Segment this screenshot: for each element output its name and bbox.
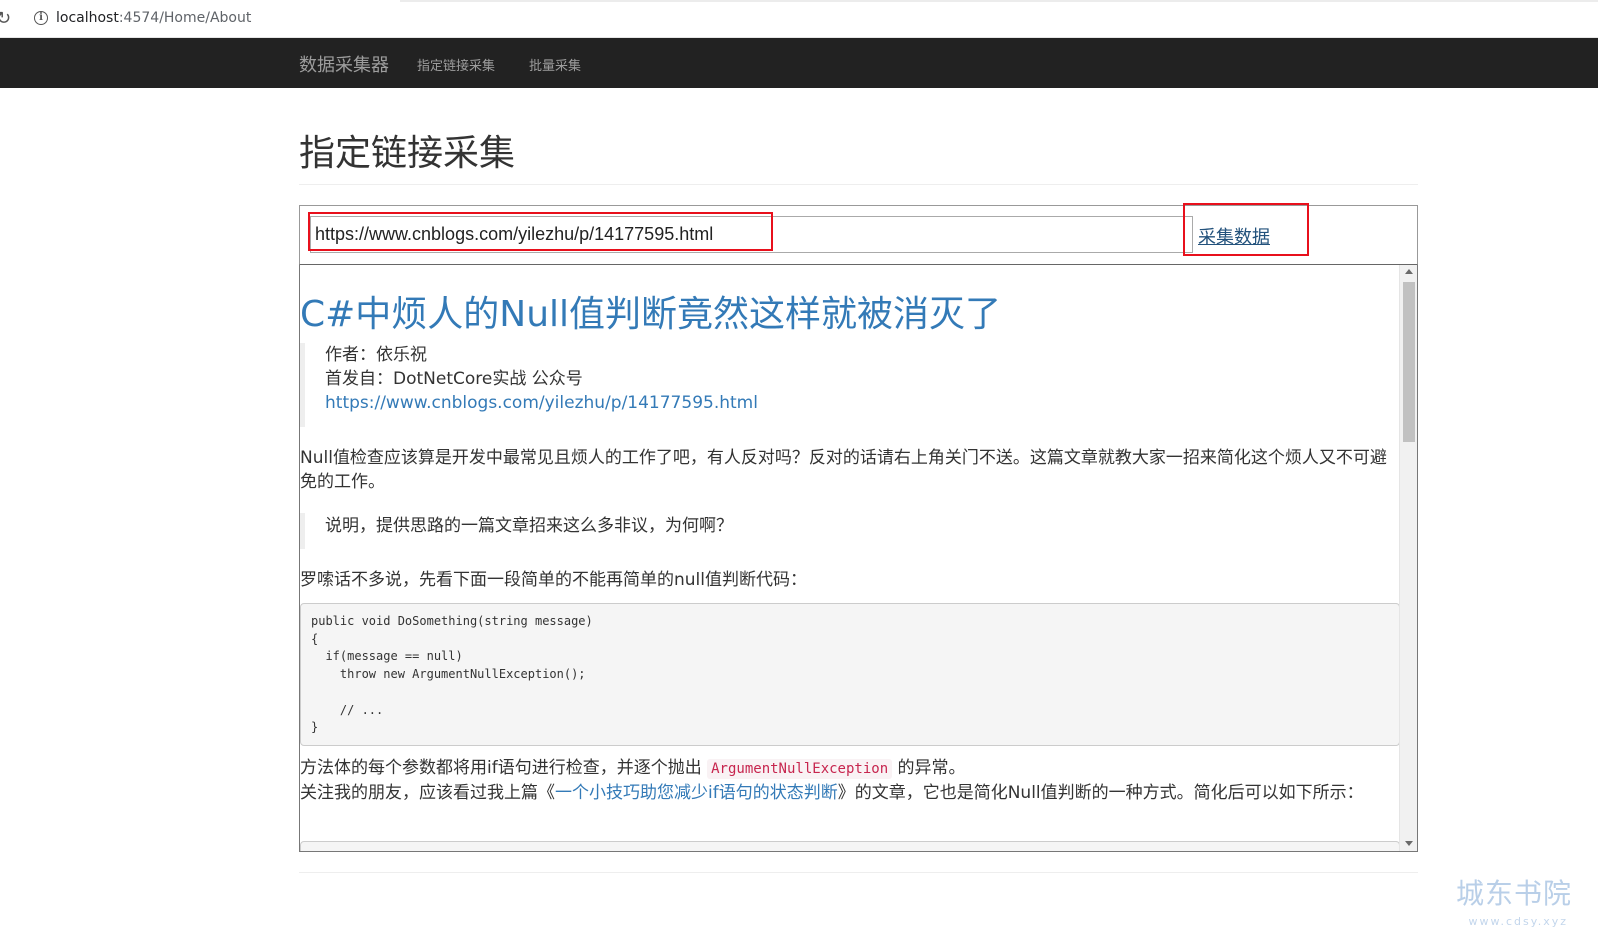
follow-text-2: 》的文章，它也是简化Null值判断的一种方式。简化后可以如下所示： <box>837 783 1364 803</box>
scroll-down-arrow-icon[interactable] <box>1405 841 1413 846</box>
article-author: 作者：依乐祝 <box>325 345 427 365</box>
scroll-up-arrow-icon[interactable] <box>1405 269 1413 274</box>
footer-divider <box>299 872 1418 873</box>
site-info-icon[interactable]: i <box>34 11 48 25</box>
code-block-partial <box>300 841 1400 851</box>
article-intro: Null值检查应该算是开发中最常见且烦人的工作了吧，有人反对吗？反对的话请右上角… <box>300 448 1387 492</box>
content-scrollbar[interactable] <box>1399 265 1417 851</box>
url-path: :4574/Home/About <box>118 10 252 26</box>
article-meta-quote: 作者：依乐祝 首发自：DotNetCore实战 公众号 https://www.… <box>300 343 758 427</box>
collected-content-frame[interactable]: C#中烦人的Null值判断竟然这样就被消灭了 作者：依乐祝 首发自：DotNet… <box>299 265 1418 852</box>
scrollbar-thumb[interactable] <box>1403 282 1415 442</box>
code-block: public void DoSomething(string message) … <box>300 603 1400 746</box>
after-code-text-1: 方法体的每个参数都将用if语句进行检查，并逐个抛出 <box>300 758 702 778</box>
article-lead: 罗嗦话不多说，先看下面一段简单的不能再简单的null值判断代码： <box>300 570 807 590</box>
article-content: C#中烦人的Null值判断竟然这样就被消灭了 作者：依乐祝 首发自：DotNet… <box>300 265 1400 851</box>
follow-text-1: 关注我的朋友，应该看过我上篇《 <box>300 783 555 803</box>
collect-form: 采集数据 <box>299 203 1418 265</box>
article-title[interactable]: C#中烦人的Null值判断竟然这样就被消灭了 <box>300 285 1001 337</box>
inline-code: ArgumentNullException <box>707 759 893 779</box>
browser-address-bar: ↻ i localhost:4574/Home/About <box>0 0 1598 38</box>
tab-strip-line <box>400 0 1598 2</box>
page-title: 指定链接采集 <box>299 133 516 174</box>
article-link[interactable]: https://www.cnblogs.com/yilezhu/p/141775… <box>325 393 758 413</box>
url-host: localhost <box>56 10 119 26</box>
address-url[interactable]: localhost:4574/Home/About <box>56 10 251 26</box>
nav-link-single-collect[interactable]: 指定链接采集 <box>417 55 495 74</box>
url-input[interactable] <box>310 216 1193 253</box>
navbar-brand[interactable]: 数据采集器 <box>299 51 389 77</box>
reload-icon[interactable]: ↻ <box>0 8 11 29</box>
nav-link-batch-collect[interactable]: 批量采集 <box>529 55 581 74</box>
top-navbar: 数据采集器 指定链接采集 批量采集 <box>0 38 1598 88</box>
previous-article-link[interactable]: 一个小技巧助您减少if语句的状态判断 <box>555 783 838 803</box>
watermark-url: www.cdsy.xyz <box>1468 915 1568 928</box>
divider <box>299 184 1418 185</box>
collect-data-link[interactable]: 采集数据 <box>1198 223 1270 249</box>
watermark-logo: 城东书院 <box>1455 877 1572 910</box>
article-note: 说明，提供思路的一篇文章招来这么多非议，为何啊？ <box>325 516 733 536</box>
article-source: 首发自：DotNetCore实战 公众号 <box>325 369 583 389</box>
article-note-quote: 说明，提供思路的一篇文章招来这么多非议，为何啊？ <box>300 513 733 549</box>
after-code-text-2: 的异常。 <box>897 758 966 778</box>
article-after-code: 方法体的每个参数都将用if语句进行检查，并逐个抛出 ArgumentNullEx… <box>300 756 1398 805</box>
